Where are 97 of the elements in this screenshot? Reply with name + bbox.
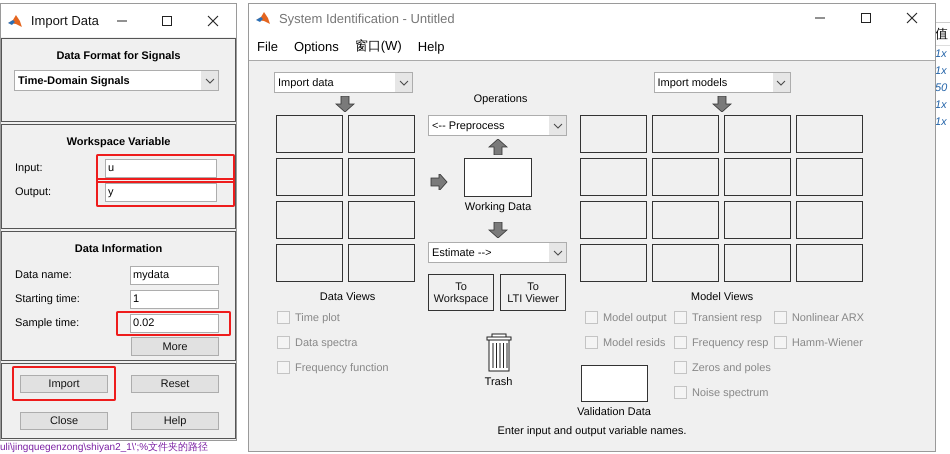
- menu-item[interactable]: File: [257, 38, 278, 54]
- empty-slot[interactable]: [348, 244, 415, 282]
- arrow-down-icon: [334, 96, 354, 112]
- caret-icon: [552, 250, 562, 256]
- input-field[interactable]: mydata: [130, 266, 219, 285]
- empty-slot[interactable]: [652, 115, 719, 153]
- empty-slot[interactable]: [580, 201, 647, 239]
- caret-icon: [398, 80, 408, 86]
- menu-item[interactable]: Help: [418, 38, 444, 54]
- caret-icon: [552, 122, 562, 128]
- checkbox-label: Zeros and poles: [692, 362, 771, 374]
- panel-title: Data Information: [74, 243, 164, 256]
- field-label: Output:: [15, 186, 52, 198]
- menu-item[interactable]: Options: [294, 38, 339, 54]
- slot-label: Validation Data: [577, 406, 651, 418]
- arrow-down-icon: [712, 96, 732, 112]
- menu-item[interactable]: 窗口(W): [354, 37, 402, 55]
- checkbox-label: Time plot: [295, 312, 340, 324]
- empty-slot[interactable]: [580, 158, 647, 196]
- empty-slot[interactable]: [724, 115, 791, 153]
- checkbox-label: Transient resp: [692, 312, 762, 324]
- empty-slot[interactable]: [348, 115, 415, 153]
- checkbox-label: Data spectra: [295, 336, 358, 348]
- dropdown[interactable]: <-- Preprocess: [428, 115, 567, 136]
- empty-slot[interactable]: [348, 201, 415, 239]
- caret-icon: [776, 80, 786, 86]
- variable-value: 1x: [935, 47, 948, 62]
- field-label: Starting time:: [15, 293, 81, 306]
- working-data-slot[interactable]: [464, 158, 532, 197]
- caret-icon: [204, 78, 214, 84]
- checkbox-label: Noise spectrum: [692, 386, 768, 398]
- empty-slot[interactable]: [276, 244, 343, 282]
- checkbox-label: Model resids: [603, 336, 666, 348]
- checkbox-label: Frequency resp: [692, 336, 768, 348]
- arrow-down-icon: [488, 222, 508, 238]
- matlab-logo-icon: [255, 10, 271, 26]
- empty-slot[interactable]: [580, 244, 647, 282]
- empty-slot[interactable]: [276, 115, 343, 153]
- dialog-button[interactable]: Import: [20, 375, 108, 393]
- close-icon: [207, 14, 220, 26]
- maximize-icon: [161, 14, 174, 26]
- dialog-button[interactable]: Help: [131, 412, 219, 430]
- panel-title: Data Format for Signals: [55, 50, 182, 62]
- more-button[interactable]: More: [131, 337, 219, 356]
- empty-slot[interactable]: [348, 158, 415, 196]
- dropdown[interactable]: Estimate -->: [428, 242, 567, 263]
- dropdown[interactable]: Import data: [274, 72, 413, 93]
- slot-label: Working Data: [464, 201, 532, 213]
- empty-slot[interactable]: [796, 115, 863, 153]
- empty-slot[interactable]: [796, 158, 863, 196]
- empty-slot[interactable]: [652, 244, 719, 282]
- dropdown[interactable]: Time-Domain Signals: [14, 70, 219, 91]
- field-label: Data name:: [15, 269, 73, 282]
- checkbox-label: Nonlinear ARX: [792, 312, 864, 324]
- status-text: Enter input and output variable names.: [496, 425, 688, 439]
- variable-value: 1x: [935, 98, 948, 113]
- empty-slot[interactable]: [276, 201, 343, 239]
- validation-data-slot[interactable]: [580, 365, 648, 402]
- input-field[interactable]: y: [105, 182, 217, 202]
- window-title: System Identification - Untitled: [279, 10, 456, 26]
- variable-value: 1x: [935, 115, 948, 130]
- dialog-button[interactable]: Reset: [131, 375, 219, 393]
- empty-slot[interactable]: [652, 158, 719, 196]
- dropdown[interactable]: Import models: [654, 72, 790, 93]
- empty-slot[interactable]: [580, 115, 647, 153]
- input-field[interactable]: 1: [130, 290, 219, 309]
- matlab-logo-icon: [7, 12, 23, 28]
- checkbox-label: Hamm-Wiener: [792, 336, 863, 348]
- arrow-up-icon: [488, 139, 508, 155]
- window-title: Import Data: [30, 13, 99, 28]
- slot-label: Trash: [484, 376, 512, 388]
- section-title: Model Views: [690, 291, 754, 303]
- maximize-icon: [860, 12, 872, 24]
- dialog-button[interactable]: Close: [20, 412, 108, 430]
- variable-value: 50: [935, 81, 948, 96]
- export-button[interactable]: To Workspace: [428, 274, 494, 311]
- empty-slot[interactable]: [796, 201, 863, 239]
- section-title: Data Views: [318, 291, 376, 303]
- field-label: Sample time:: [15, 317, 80, 330]
- arrow-right-icon: [429, 174, 449, 190]
- variable-value: 1x: [935, 64, 948, 79]
- checkbox-label: Model output: [603, 312, 667, 324]
- field-label: Input:: [15, 162, 44, 174]
- input-field[interactable]: 0.02: [130, 314, 219, 333]
- empty-slot[interactable]: [724, 158, 791, 196]
- empty-slot[interactable]: [652, 201, 719, 239]
- close-icon: [906, 12, 918, 24]
- panel-title: Workspace Variable: [66, 136, 172, 148]
- checkbox-label: Frequency function: [295, 362, 389, 374]
- export-button[interactable]: To LTI Viewer: [500, 274, 566, 311]
- empty-slot[interactable]: [724, 201, 791, 239]
- section-title: Operations: [472, 93, 528, 105]
- empty-slot[interactable]: [276, 158, 343, 196]
- trash-icon: [484, 333, 512, 373]
- empty-slot[interactable]: [724, 244, 791, 282]
- input-field[interactable]: u: [105, 158, 217, 178]
- empty-slot[interactable]: [796, 244, 863, 282]
